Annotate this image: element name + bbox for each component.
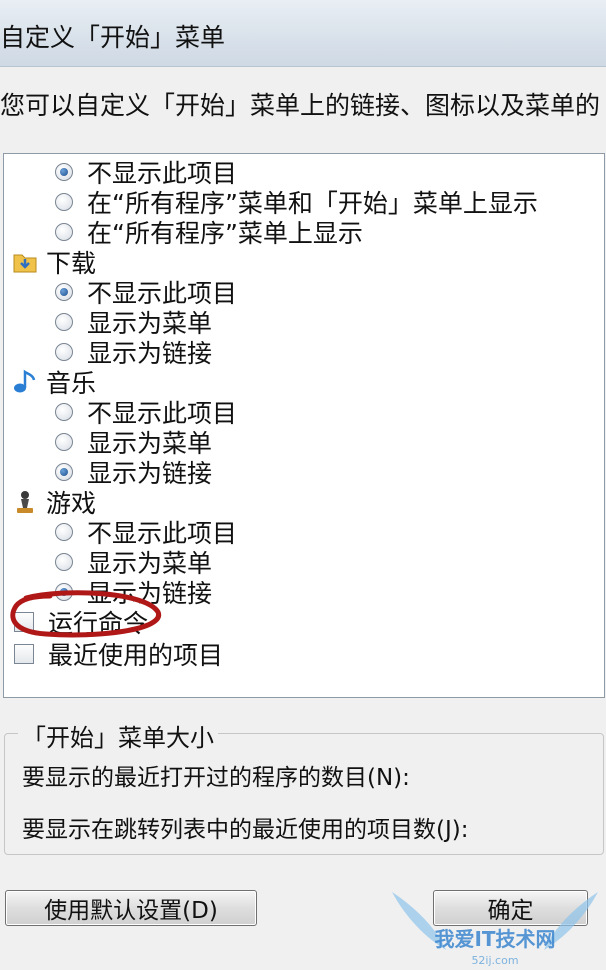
red-circle-annotation: [10, 590, 161, 638]
option-downloads-link[interactable]: 显示为链接: [55, 337, 213, 368]
radio-button-checked[interactable]: [55, 163, 73, 181]
option-label: 显示为链接: [87, 459, 213, 488]
option-show-all-programs[interactable]: 在“所有程序”菜单上显示: [55, 217, 363, 248]
radio-button-checked[interactable]: [55, 283, 73, 301]
group-title: 「开始」菜单大小: [18, 718, 218, 753]
category-downloads: 下载: [12, 247, 96, 278]
watermark-url: 52ij.com: [471, 954, 518, 967]
option-label: 在“所有程序”菜单上显示: [87, 219, 363, 248]
radio-button-checked[interactable]: [55, 463, 73, 481]
downloads-folder-icon: [12, 248, 38, 276]
checkbox-label: 最近使用的项目: [48, 641, 224, 670]
chess-piece-icon: [12, 488, 38, 516]
radio-button[interactable]: [55, 223, 73, 241]
radio-button[interactable]: [55, 313, 73, 331]
category-music: 音乐: [12, 367, 96, 398]
use-defaults-button[interactable]: 使用默认设置(D): [5, 890, 257, 926]
music-note-icon: [12, 368, 38, 396]
option-games-hide[interactable]: 不显示此项目: [55, 517, 237, 548]
option-hide[interactable]: 不显示此项目: [55, 157, 237, 188]
jump-list-label: 要显示在跳转列表中的最近使用的项目数(J):: [22, 817, 469, 843]
recent-programs-label: 要显示的最近打开过的程序的数目(N):: [22, 765, 410, 791]
watermark-text: 我爱IT技术网: [434, 927, 555, 951]
category-games: 游戏: [12, 487, 96, 518]
radio-button[interactable]: [55, 523, 73, 541]
recent-items-checkbox[interactable]: [14, 644, 34, 664]
title-bar: 自定义「开始」菜单: [0, 0, 606, 67]
radio-button[interactable]: [55, 403, 73, 421]
recent-items-checkbox-row[interactable]: 最近使用的项目: [14, 639, 224, 670]
dialog-description: 您可以自定义「开始」菜单上的链接、图标以及菜单的: [0, 91, 601, 120]
option-music-hide[interactable]: 不显示此项目: [55, 397, 237, 428]
option-show-all-and-start[interactable]: 在“所有程序”菜单和「开始」菜单上显示: [55, 187, 538, 218]
option-label: 显示为链接: [87, 339, 213, 368]
option-downloads-menu[interactable]: 显示为菜单: [55, 307, 212, 338]
radio-button[interactable]: [55, 193, 73, 211]
option-downloads-hide[interactable]: 不显示此项目: [55, 277, 237, 308]
radio-button[interactable]: [55, 553, 73, 571]
radio-button[interactable]: [55, 343, 73, 361]
radio-button[interactable]: [55, 433, 73, 451]
window-title: 自定义「开始」菜单: [0, 23, 226, 52]
option-music-menu[interactable]: 显示为菜单: [55, 427, 212, 458]
option-music-link[interactable]: 显示为链接: [55, 457, 213, 488]
option-games-menu[interactable]: 显示为菜单: [55, 547, 212, 578]
site-watermark-logo: 我爱IT技术网 52ij.com: [392, 892, 598, 967]
